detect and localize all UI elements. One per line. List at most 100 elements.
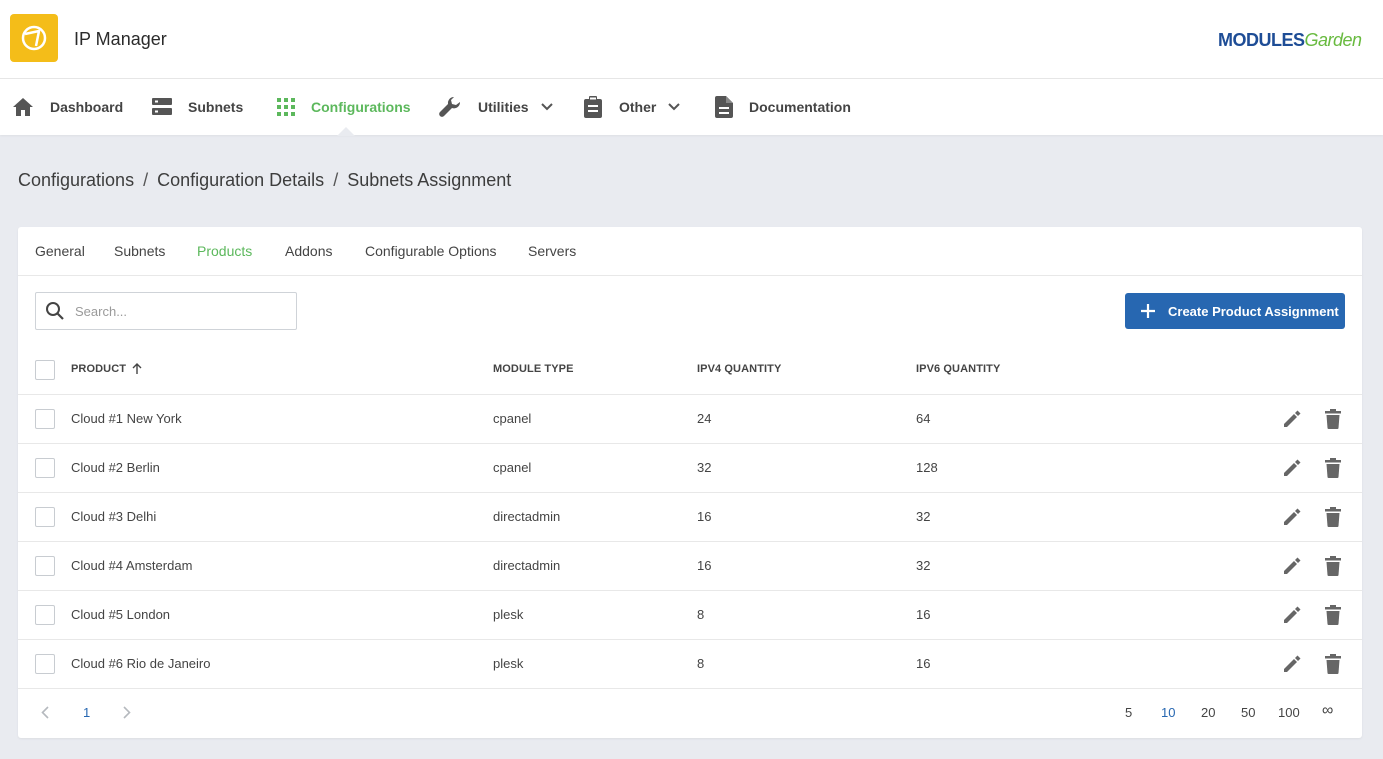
nav-subnets-label: Subnets [188, 99, 244, 115]
per-page-5[interactable]: 5 [1125, 705, 1132, 720]
trash-icon[interactable] [1325, 556, 1341, 581]
cell-ipv4-quantity: 32 [697, 460, 712, 475]
nav-utilities-label: Utilities [478, 99, 529, 115]
nav-dashboard[interactable]: Dashboard [12, 79, 123, 135]
nav-subnets[interactable]: Subnets [152, 79, 243, 135]
tab-addons[interactable]: Addons [285, 243, 332, 259]
nav-other-label: Other [619, 99, 657, 115]
select-all-checkbox[interactable] [35, 360, 55, 380]
cell-product: Cloud #3 Delhi [71, 509, 157, 524]
edit-icon[interactable] [1282, 458, 1302, 483]
nav-documentation[interactable]: Documentation [715, 79, 851, 135]
search-icon [46, 302, 64, 320]
tab-configurable-options[interactable]: Configurable Options [365, 243, 497, 259]
row-checkbox[interactable] [35, 556, 55, 576]
breadcrumb-configuration-details[interactable]: Configuration Details [157, 170, 324, 191]
edit-icon[interactable] [1282, 654, 1302, 679]
edit-icon[interactable] [1282, 507, 1302, 532]
trash-icon[interactable] [1325, 654, 1341, 679]
main-panel: General Subnets Products Addons Configur… [18, 227, 1362, 738]
cell-ipv4-quantity: 16 [697, 558, 712, 573]
cell-module-type: directadmin [493, 509, 561, 524]
per-page-20[interactable]: 20 [1201, 705, 1215, 720]
plus-icon [1141, 304, 1155, 318]
create-product-assignment-button[interactable]: Create Product Assignment [1125, 293, 1345, 329]
table-row: Cloud #5 London plesk 8 16 [18, 591, 1362, 640]
home-icon [13, 98, 33, 116]
chevron-right-icon [123, 706, 131, 719]
chevron-down-icon [668, 103, 681, 111]
cell-ipv4-quantity: 24 [697, 411, 712, 426]
col-header-ipv4-quantity[interactable]: IPV4 QUANTITY [697, 363, 781, 375]
cell-product: Cloud #5 London [71, 607, 171, 622]
next-page-button[interactable] [123, 706, 131, 722]
row-checkbox[interactable] [35, 507, 55, 527]
cell-ipv4-quantity: 8 [697, 656, 705, 671]
nav-other[interactable]: Other [583, 79, 681, 135]
breadcrumb-configurations[interactable]: Configurations [18, 170, 134, 191]
chevron-left-icon [41, 706, 49, 719]
tab-subnets[interactable]: Subnets [114, 243, 165, 259]
per-page-all[interactable]: ∞ [1322, 702, 1333, 720]
per-page-100[interactable]: 100 [1278, 705, 1300, 720]
brand-logo-light: Garden [1304, 29, 1363, 50]
trash-icon[interactable] [1325, 605, 1341, 630]
wrench-icon [439, 96, 461, 117]
cell-ipv6-quantity: 16 [916, 607, 931, 622]
create-button-label: Create Product Assignment [1168, 303, 1339, 319]
cell-module-type: plesk [493, 607, 524, 622]
per-page-10[interactable]: 10 [1161, 705, 1175, 720]
table-row: Cloud #2 Berlin cpanel 32 128 [18, 444, 1362, 493]
tab-products[interactable]: Products [197, 243, 252, 259]
row-checkbox[interactable] [35, 458, 55, 478]
cell-product: Cloud #1 New York [71, 411, 182, 426]
cell-module-type: cpanel [493, 460, 532, 475]
tab-bar: General Subnets Products Addons Configur… [18, 227, 1362, 276]
top-bar: IP Manager MODULES Garden [0, 0, 1383, 79]
row-checkbox[interactable] [35, 605, 55, 625]
cell-module-type: cpanel [493, 411, 532, 426]
table-row: Cloud #4 Amsterdam directadmin 16 32 [18, 542, 1362, 591]
document-icon [715, 96, 733, 118]
chevron-down-icon [540, 103, 553, 111]
col-header-module-type[interactable]: MODULE TYPE [493, 363, 574, 375]
cell-product: Cloud #2 Berlin [71, 460, 160, 475]
edit-icon[interactable] [1282, 605, 1302, 630]
trash-icon[interactable] [1325, 507, 1341, 532]
edit-icon[interactable] [1282, 556, 1302, 581]
nav-documentation-label: Documentation [749, 99, 851, 115]
page-1-button[interactable]: 1 [83, 705, 90, 720]
table-header: PRODUCT MODULE TYPE IPV4 QUANTITY IPV6 Q… [18, 345, 1362, 395]
edit-icon[interactable] [1282, 409, 1302, 434]
nav-utilities[interactable]: Utilities [438, 79, 553, 135]
row-checkbox[interactable] [35, 654, 55, 674]
nav-dashboard-label: Dashboard [50, 99, 124, 115]
col-header-ipv6-quantity[interactable]: IPV6 QUANTITY [916, 363, 1000, 375]
trash-icon[interactable] [1325, 458, 1341, 483]
tab-general[interactable]: General [35, 243, 85, 259]
col-header-product[interactable]: PRODUCT [71, 363, 142, 375]
cell-ipv4-quantity: 16 [697, 509, 712, 524]
app-logo-icon[interactable] [10, 14, 58, 62]
sort-up-arrow-icon [132, 363, 142, 374]
cell-ipv6-quantity: 16 [916, 656, 931, 671]
table-row: Cloud #1 New York cpanel 24 64 [18, 395, 1362, 444]
search-box [35, 292, 297, 330]
grid-icon [277, 98, 295, 116]
breadcrumb-separator: / [143, 170, 149, 190]
nav-configurations-label: Configurations [311, 99, 411, 115]
row-checkbox[interactable] [35, 409, 55, 429]
brand-logo: MODULES Garden [1218, 26, 1362, 54]
search-input[interactable] [75, 303, 275, 319]
cell-product: Cloud #4 Amsterdam [71, 558, 193, 573]
cell-ipv6-quantity: 128 [916, 460, 938, 475]
prev-page-button[interactable] [41, 706, 49, 722]
per-page-50[interactable]: 50 [1241, 705, 1255, 720]
active-nav-pointer [337, 127, 355, 136]
trash-icon[interactable] [1325, 409, 1341, 434]
pagination: 1 5 10 20 50 100 ∞ [18, 689, 1362, 738]
breadcrumb-separator: / [333, 170, 339, 190]
tab-servers[interactable]: Servers [528, 243, 576, 259]
cell-ipv6-quantity: 32 [916, 509, 931, 524]
cell-ipv6-quantity: 32 [916, 558, 931, 573]
